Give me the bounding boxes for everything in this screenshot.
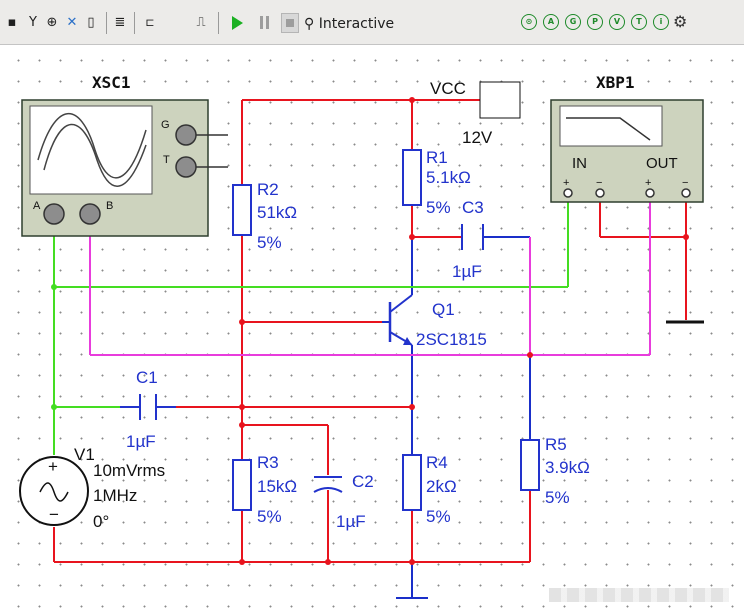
schematic: XSC1 G T A B XBP1 IN OUT + − + − VCC 12V… [19,73,704,599]
resistor-r1[interactable]: R1 5.1kΩ 5% [402,148,471,217]
port-a-label: A [33,200,41,212]
q1-name: Q1 [432,300,455,319]
v1-phase: 0° [93,512,109,531]
r2-value: 51kΩ [257,203,297,222]
port-t-label: T [163,154,170,166]
r2-name: R2 [257,180,279,199]
vcc-label: VCC [430,79,466,98]
bode-in-label: IN [572,155,587,172]
r1-value: 5.1kΩ [426,168,471,187]
r2-tol: 5% [257,233,282,252]
capacitor-c2[interactable]: C2 1µF [313,472,374,531]
transistor-q1[interactable]: Q1 2SC1815 [388,294,487,349]
c3-name: C3 [462,198,484,217]
green-wires [53,200,569,455]
v1-amplitude: 10mVrms [93,461,165,480]
bode-port-plus: + [563,177,569,189]
bode-port-minus: − [682,177,688,189]
r4-value: 2kΩ [426,477,457,496]
v1-plus: + [48,457,58,476]
c1-value: 1µF [126,432,156,451]
r3-tol: 5% [257,507,282,526]
port-b-label: B [106,200,113,212]
c3-value: 1µF [452,262,482,281]
junction-dot [51,284,57,290]
c2-value: 1µF [336,512,366,531]
v1-frequency: 1MHz [93,486,137,505]
c2-name: C2 [352,472,374,491]
vcc-value: 12V [462,128,493,147]
bode-port-plus: + [645,177,651,189]
r1-name: R1 [426,148,448,167]
multisim-window: ▪ Y ⊕ ✕ ▯ ≣ ⊏ ⎍ ⚲ Interactive ⊙ A G P V … [0,0,744,612]
c1-name: C1 [136,368,158,387]
r4-tol: 5% [426,507,451,526]
r1-tol: 5% [426,198,451,217]
junction-dot [527,352,533,358]
oscilloscope-xsc1[interactable]: XSC1 G T A B [21,73,228,237]
vcc-source[interactable]: VCC 12V [430,79,521,147]
r3-name: R3 [257,453,279,472]
r4-name: R4 [426,453,448,472]
v1-name: V1 [74,445,95,464]
port-g-label: G [161,119,170,131]
bode-out-label: OUT [646,155,678,172]
capacitor-c3[interactable]: C3 1µF [452,198,484,281]
q1-part: 2SC1815 [416,330,487,349]
r5-tol: 5% [545,488,570,507]
ac-source-v1[interactable]: + − V1 10mVrms 1MHz 0° [19,445,165,531]
bode-port-minus: − [596,177,602,189]
v1-minus: − [49,505,59,524]
bode-plotter-xbp1[interactable]: XBP1 IN OUT + − + − [550,73,704,324]
r5-name: R5 [545,435,567,454]
blue-wires [382,236,531,599]
oscilloscope-name: XSC1 [92,73,131,92]
watermark [549,588,729,602]
resistor-r5[interactable]: R5 3.9kΩ 5% [520,435,590,507]
capacitor-c1[interactable]: C1 1µF [120,368,176,451]
r3-value: 15kΩ [257,477,297,496]
bode-plotter-name: XBP1 [596,73,635,92]
junction-dot [51,404,57,410]
r5-value: 3.9kΩ [545,458,590,477]
